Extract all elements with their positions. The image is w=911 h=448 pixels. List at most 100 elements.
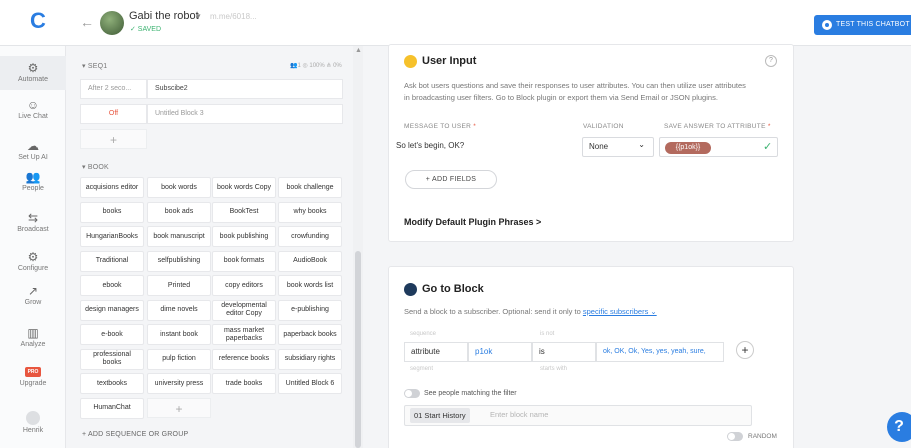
block-item[interactable]: e-book [80,324,144,345]
nav-upgrade[interactable]: PRO Upgrade [0,367,66,387]
chatfuel-logo[interactable]: C [30,10,52,32]
attribute-pill[interactable]: {{p1ok}} [665,142,711,154]
test-chatbot-label: TEST THIS CHATBOT [836,21,910,28]
block-item[interactable]: Printed [147,275,211,296]
help-chat-button[interactable]: ? [887,412,911,442]
required-mark: * [767,123,771,130]
block-item[interactable]: paperback books [278,324,342,345]
nav-live-chat[interactable]: ☺ Live Chat [0,98,66,120]
dropdown-option: is not [540,331,555,337]
block-item[interactable]: book formats [212,250,276,272]
message-to-user-field[interactable]: So let's begin, OK? [390,137,576,157]
block-item[interactable]: crowfunding [278,226,342,247]
gear-icon: ⚙ [27,250,39,264]
block-item[interactable]: mass market paperbacks [212,324,276,345]
chevron-down-icon: ⌄ [638,140,645,149]
back-arrow-icon[interactable]: ← [80,14,94,30]
required-mark: * [473,123,477,130]
block-item[interactable]: AudioBook [278,250,342,272]
validation-select[interactable]: None ⌄ [582,137,654,157]
block-item[interactable]: book challenge [278,177,342,198]
sequence-block[interactable]: Untitled Block 3 [147,104,343,124]
block-item[interactable]: professional books [80,348,144,370]
user-input-icon [404,55,417,68]
block-item[interactable]: university press [147,373,211,394]
block-item[interactable]: book words list [278,275,342,296]
left-nav: ⚙ Automate ☺ Live Chat ☁ Set Up AI 👥 Peo… [0,46,66,448]
bot-name[interactable]: Gabi the robot [129,10,199,22]
nav-configure[interactable]: ⚙ Configure [0,250,66,272]
selected-block-chip[interactable]: 01 Start History [410,408,470,423]
block-item[interactable]: why books [278,201,342,223]
bot-avatar[interactable] [100,11,124,35]
scrollbar-thumb[interactable] [355,251,361,448]
block-item[interactable]: ebook [80,275,144,296]
add-block-button[interactable]: + [147,397,211,418]
label-text: MESSAGE TO USER [404,123,472,130]
add-filter-button[interactable]: + [736,341,754,359]
add-fields-button[interactable]: + ADD FIELDS [405,170,497,189]
block-item[interactable]: copy editors [212,275,276,296]
user-avatar[interactable] [26,411,40,425]
block-item[interactable]: reference books [212,348,276,370]
block-item[interactable]: book manuscript [147,226,211,247]
check-icon: ✓ [763,141,773,153]
block-item[interactable]: books [80,201,144,223]
block-item[interactable]: design managers [80,299,144,321]
test-chatbot-button[interactable]: TEST THIS CHATBOT [814,15,911,35]
block-item[interactable]: book words [147,177,211,198]
scroll-up-icon[interactable]: ▲ [355,47,362,54]
block-item[interactable]: HumanChat [80,397,144,419]
block-item[interactable]: HungarianBooks [80,226,144,247]
nav-automate[interactable]: ⚙ Automate [0,56,66,90]
filter-field-select[interactable]: attribute [404,342,468,362]
see-people-toggle[interactable] [404,389,420,398]
block-item[interactable]: subsidiary rights [278,348,342,370]
filter-attribute-select[interactable]: p1ok [468,342,532,362]
nav-label: Broadcast [17,226,49,233]
block-item[interactable]: book words Copy [212,177,276,198]
block-item[interactable]: e-publishing [278,299,342,321]
add-sequence-or-group-button[interactable]: + ADD SEQUENCE OR GROUP [82,431,188,438]
sequence-stats: 👥1 ◎ 100% ⋔ 0% [290,63,342,69]
block-item[interactable]: Untitled Block 6 [278,373,342,394]
bot-url[interactable]: m.me/6018... [210,12,257,21]
group-header[interactable]: ▾ BOOK [82,163,109,171]
sequence-block[interactable]: Subscibe2 [147,79,343,99]
block-item[interactable]: trade books [212,373,276,394]
block-item[interactable]: pulp fiction [147,348,211,370]
random-toggle[interactable] [727,432,743,441]
block-name-placeholder: Enter block name [490,410,549,419]
nav-label: Live Chat [18,113,48,120]
nav-broadcast[interactable]: ⇆ Broadcast [0,211,66,233]
block-item[interactable]: selfpublishing [147,250,211,272]
broadcast-icon: ⇆ [27,211,39,225]
block-item[interactable]: book publishing [212,226,276,247]
scrollbar[interactable] [353,46,363,448]
filter-value-field[interactable]: ok, OK, Ok, Yes, yes, yeah, sure, [596,342,724,362]
block-item[interactable]: dime novels [147,299,211,321]
nav-people[interactable]: 👥 People [0,170,66,192]
block-item[interactable]: Traditional [80,250,144,272]
help-icon[interactable]: ? [765,55,777,67]
sequence-delay-off[interactable]: Off [80,104,147,124]
nav-user-name[interactable]: Henrik [0,427,66,434]
sequence-header[interactable]: ▾ SEQ1 [82,62,107,70]
sequence-delay[interactable]: After 2 seco... [80,79,147,99]
top-bar: C ← Gabi the robot ▾ m.me/6018... ✓ SAVE… [0,0,911,46]
nav-set-up-ai[interactable]: ☁ Set Up AI [0,139,66,161]
nav-grow[interactable]: ↗ Grow [0,284,66,306]
block-item[interactable]: textbooks [80,373,144,394]
ai-icon: ☁ [27,139,39,153]
block-item[interactable]: instant book [147,324,211,345]
add-sequence-block-button[interactable]: + [80,129,147,149]
filter-operator-select[interactable]: is [532,342,596,362]
nav-analyze[interactable]: ▥ Analyze [0,326,66,348]
block-item[interactable]: BookTest [212,201,276,223]
chevron-down-icon[interactable]: ▾ [196,11,201,22]
block-item[interactable]: developmental editor Copy [212,299,276,321]
specific-subscribers-link[interactable]: specific subscribers ⌄ [583,307,657,316]
modify-plugin-phrases-link[interactable]: Modify Default Plugin Phrases > [404,217,541,227]
block-item[interactable]: book ads [147,201,211,223]
block-item[interactable]: acquisions editor [80,177,144,198]
